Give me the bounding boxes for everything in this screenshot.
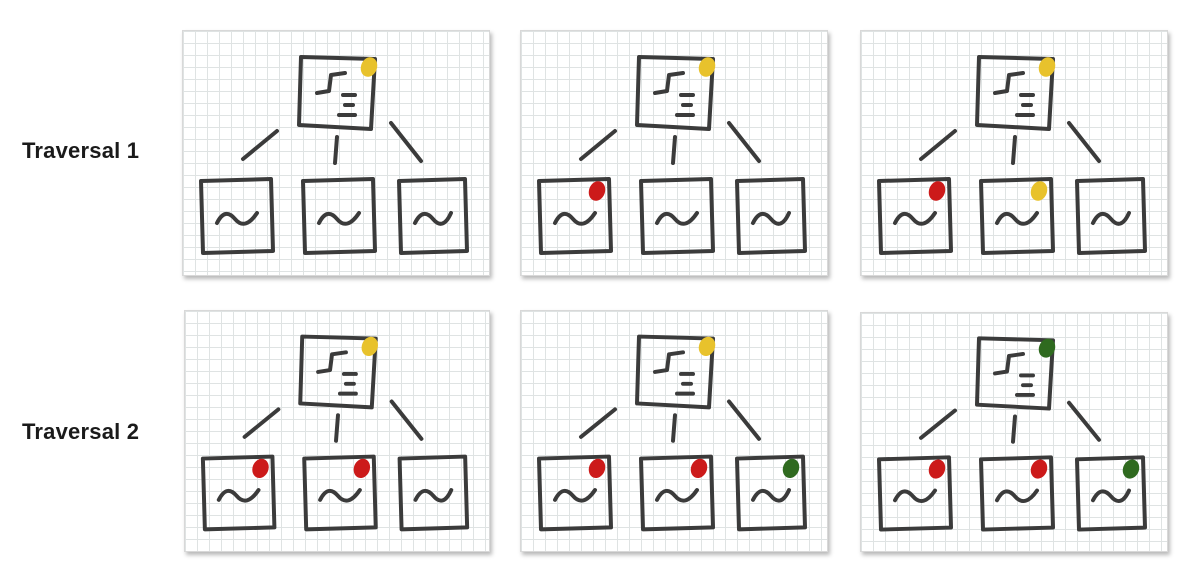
child-node-box-3: [1075, 177, 1147, 255]
child-node-wave-3: [1091, 488, 1131, 503]
panel-traversal-2-step-1: [184, 310, 490, 552]
root-node-glyph: [316, 350, 358, 396]
child-status-dot-1: [928, 181, 946, 201]
root-node-glyph: [315, 71, 357, 117]
root-node-glyph: [993, 71, 1035, 117]
child-status-dot-1: [588, 181, 606, 201]
tree-sketch: [877, 336, 1147, 532]
tree-edge-2: [671, 413, 677, 443]
child-status-dot-2: [1030, 459, 1048, 479]
panel-traversal-1-step-2: [520, 30, 828, 276]
tree-edge-1: [919, 129, 957, 161]
tree-edge-1: [579, 129, 617, 161]
child-node-wave-3: [413, 488, 454, 503]
tree-edge-1: [241, 129, 279, 161]
tree-edge-2: [1011, 135, 1017, 165]
tree-edge-1: [919, 408, 957, 440]
child-node-wave-1: [553, 211, 597, 226]
tree-sketch: [200, 334, 470, 532]
child-node-wave-2: [655, 211, 699, 226]
tree-sketch: [199, 55, 469, 255]
tree-edge-3: [727, 121, 761, 163]
tree-edge-3: [1067, 121, 1101, 163]
child-node-wave-3: [1091, 211, 1131, 226]
root-node-glyph: [993, 352, 1035, 397]
child-node-wave-2: [995, 211, 1039, 226]
child-node-wave-1: [893, 488, 937, 503]
child-status-dot-1: [588, 458, 606, 479]
child-node-wave-1: [216, 488, 261, 503]
tree-sketch: [537, 55, 807, 255]
child-node-box-3: [397, 177, 469, 255]
child-status-dot-3: [1122, 459, 1140, 479]
child-node-box-2: [301, 177, 377, 255]
root-node-glyph: [653, 71, 695, 117]
child-node-wave-1: [553, 488, 597, 503]
row-label-traversal-2: Traversal 2: [22, 419, 140, 444]
child-node-wave-3: [751, 488, 791, 503]
tree-edge-1: [242, 407, 281, 439]
child-status-dot-1: [928, 459, 946, 479]
panel-traversal-1-step-3: [860, 30, 1168, 276]
child-node-wave-3: [413, 211, 453, 226]
child-status-dot-2: [690, 458, 708, 479]
tree-edge-3: [389, 121, 423, 163]
root-node-glyph: [653, 350, 695, 396]
child-status-dot-2: [353, 458, 371, 479]
tree-edge-2: [1011, 414, 1017, 444]
child-status-dot-2: [1030, 181, 1048, 201]
child-node-wave-3: [751, 211, 791, 226]
panel-traversal-2-step-3: [860, 312, 1168, 552]
child-node-box-1: [199, 177, 275, 255]
tree-edge-2: [334, 413, 340, 443]
row-label-traversal-1: Traversal 1: [22, 138, 140, 163]
tree-edge-2: [333, 135, 339, 165]
child-node-wave-2: [318, 488, 362, 503]
child-node-wave-1: [893, 211, 937, 226]
child-node-box-2: [639, 177, 715, 255]
child-node-box-3: [397, 454, 470, 532]
panel-traversal-1-step-1: [182, 30, 490, 276]
tree-sketch: [877, 55, 1147, 255]
tree-edge-3: [1067, 400, 1101, 442]
child-node-wave-1: [215, 211, 259, 226]
child-node-wave-2: [655, 488, 699, 503]
child-status-dot-3: [782, 458, 800, 479]
child-node-wave-2: [317, 211, 361, 226]
tree-edge-1: [579, 407, 617, 439]
tree-edge-3: [727, 399, 761, 441]
tree-sketch: [537, 334, 807, 532]
panel-traversal-2-step-2: [520, 310, 828, 552]
tree-edge-2: [671, 135, 677, 165]
child-node-wave-2: [995, 488, 1039, 503]
tree-edge-3: [389, 399, 424, 441]
child-node-box-3: [735, 177, 807, 255]
child-status-dot-1: [252, 458, 269, 479]
